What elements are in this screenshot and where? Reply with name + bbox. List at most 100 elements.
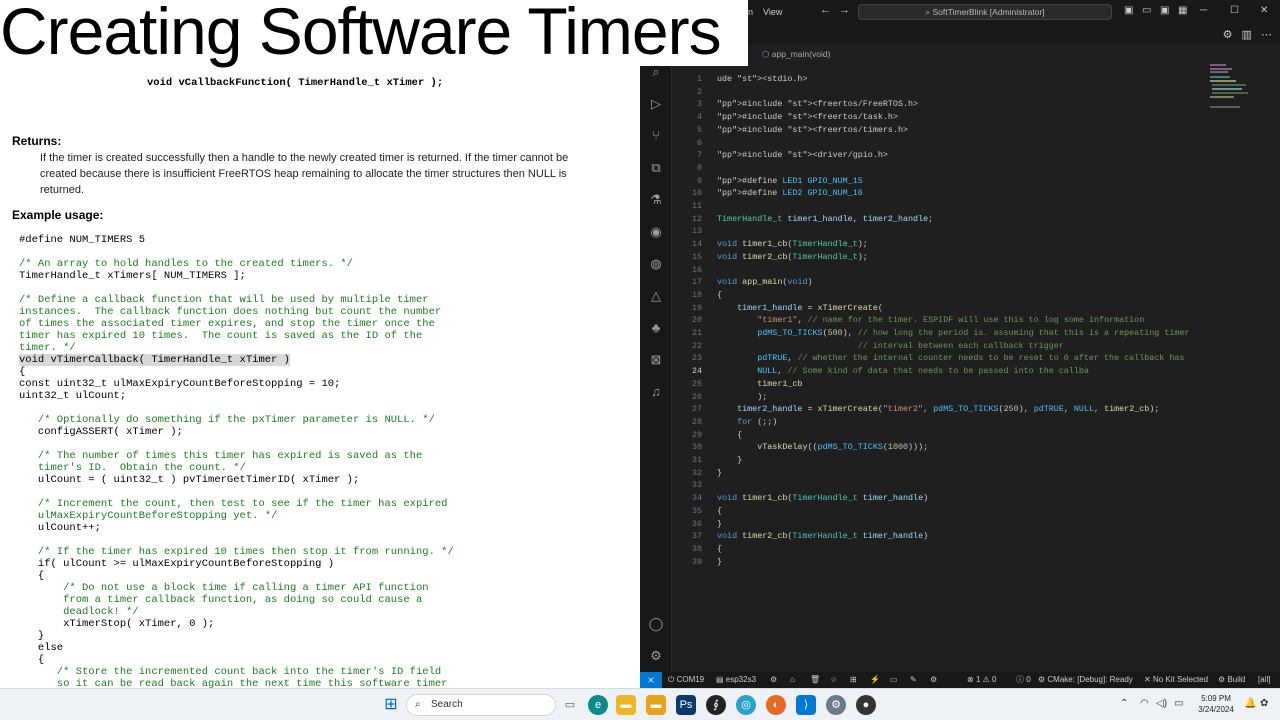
code-line: // interval between each callback trigge… <box>857 340 1064 351</box>
line-number: 16 <box>691 264 702 275</box>
tree-icon[interactable]: ♣ <box>648 320 664 336</box>
edge-icon[interactable]: e <box>588 695 608 715</box>
volume-icon[interactable]: ◁) <box>1156 698 1167 709</box>
vscode-icon[interactable]: ⟩ <box>796 695 816 715</box>
port-status[interactable]: ⏻ COM19 <box>668 672 704 688</box>
folder-icon[interactable]: ▬ <box>646 695 666 715</box>
line-number: 5 <box>696 124 702 135</box>
line-number: 34 <box>691 493 702 504</box>
line-number: 33 <box>691 480 702 491</box>
example-code-line: } <box>19 630 45 642</box>
minimap[interactable] <box>1206 62 1266 122</box>
kit-status[interactable]: ✕ No Kit Selected <box>1144 672 1208 688</box>
espidf-icon[interactable]: ◉ <box>648 224 664 240</box>
example-code-line: timer has expired 10 times. The count is… <box>19 330 423 342</box>
taskbar-search[interactable]: ⌕ Search <box>406 694 556 716</box>
line-number: 35 <box>691 505 702 516</box>
app-red-icon[interactable]: ● <box>856 695 876 715</box>
code-line: "pp">#define LED2 GPIO_NUM_16 <box>717 188 863 199</box>
copilot-icon[interactable]: ✿ <box>1260 698 1268 709</box>
wifi-icon[interactable]: ◠ <box>1140 698 1149 709</box>
chevron-up-icon[interactable]: ⌃ <box>1120 698 1128 709</box>
settings-gear-icon[interactable]: ⚙ <box>648 648 664 664</box>
monitor-status-icon[interactable]: ⊞ <box>850 672 857 688</box>
file-explorer-icon[interactable]: ▬ <box>616 695 636 715</box>
run-debug-icon[interactable]: ▷ <box>648 96 664 112</box>
command-center-label: SoftTimerBlink [Administrator] <box>932 7 1045 17</box>
testing-icon[interactable]: ⚗ <box>648 192 664 208</box>
code-line: pdTRUE, // whether the internal counter … <box>757 353 1185 364</box>
firefox-icon[interactable]: ◐ <box>766 695 786 715</box>
line-number: 28 <box>691 416 702 427</box>
windows-start-icon[interactable]: ⊞ <box>381 695 401 715</box>
wrench-status-icon[interactable]: ✎ <box>910 672 917 688</box>
code-line: "pp">#include "st"><freertos/task.h> <box>717 112 898 123</box>
plug-icon: ⏻ <box>668 675 677 684</box>
layout-sidebar-icon[interactable]: ▣ <box>1124 5 1133 16</box>
line-number: 23 <box>691 353 702 364</box>
target-status[interactable]: ▤ esp32s3 <box>716 672 756 688</box>
breadcrumb[interactable]: ⬡ app_main(void) <box>672 46 1280 62</box>
more-actions-icon[interactable]: ⋯ <box>1261 29 1272 41</box>
command-center-search[interactable]: ⌕ SoftTimerBlink [Administrator] <box>858 4 1112 20</box>
line-number: 3 <box>696 99 702 110</box>
settings-status-icon[interactable]: ⚙ <box>770 672 777 688</box>
code-editor[interactable]: ude "st"><stdio.h> "pp">#include "st"><fr… <box>717 62 1197 662</box>
customize-layout-icon[interactable]: ▦ <box>1178 5 1187 16</box>
notification-icon[interactable]: ♫ <box>648 384 664 400</box>
forward-arrow-icon[interactable]: → <box>839 4 850 16</box>
maximize-icon[interactable]: ☐ <box>1230 5 1239 16</box>
line-number: 37 <box>691 531 702 542</box>
menu-item-view[interactable]: View <box>763 7 782 17</box>
build-status-icon[interactable]: ⌂ <box>790 672 795 688</box>
notification-bell-icon[interactable]: 🔔 <box>1244 698 1256 709</box>
terminal-status-icon[interactable]: ▭ <box>890 672 898 688</box>
line-number: 25 <box>691 378 702 389</box>
delete-status-icon[interactable]: 🗑 <box>810 672 820 688</box>
photoshop-icon[interactable]: Ps <box>676 695 696 715</box>
callback-signature: void vCallbackFunction( TimerHandle_t xT… <box>147 77 444 89</box>
problems-status[interactable]: ⊗ 1 ⚠ 0 <box>967 672 996 688</box>
remote-icon[interactable]: ◍ <box>648 256 664 272</box>
clock[interactable]: 5:09 PM 3/24/2024 <box>1191 693 1241 715</box>
target-all[interactable]: [all] <box>1258 672 1270 688</box>
close-icon[interactable]: ✕ <box>1260 5 1268 16</box>
task-view-icon[interactable]: ▭ <box>560 695 580 715</box>
menu-item-partial[interactable]: n <box>748 7 753 17</box>
example-code-line: /* Do not use a block time if calling a … <box>19 582 429 594</box>
debug-icon[interactable]: ⚙ <box>1223 29 1233 41</box>
gear-status-icon[interactable]: ⚙ <box>930 672 937 688</box>
line-number: 26 <box>691 391 702 402</box>
flash-status-icon[interactable]: ☆ <box>830 672 837 688</box>
vertical-scrollbar[interactable] <box>1272 62 1280 662</box>
extensions-icon[interactable]: ⧉ <box>648 160 664 176</box>
search-icon: ⌕ <box>925 7 933 17</box>
app-cursive-icon[interactable]: ∮ <box>706 695 726 715</box>
flame-status-icon[interactable]: ⚡ <box>870 672 880 688</box>
example-code-line: uint32_t ulCount; <box>19 390 127 402</box>
platform-icon[interactable]: △ <box>648 288 664 304</box>
back-arrow-icon[interactable]: ← <box>820 4 831 16</box>
layout-secondary-icon[interactable]: ▣ <box>1160 5 1169 16</box>
info-status[interactable]: ⓘ 0 <box>1016 672 1031 688</box>
build-status[interactable]: ⚙ Build <box>1218 672 1245 688</box>
settings-icon[interactable]: ⚙ <box>826 695 846 715</box>
cmake-status[interactable]: ⚙ CMake: [Debug]: Ready <box>1038 672 1133 688</box>
split-editor-icon[interactable]: ▥ <box>1242 29 1252 41</box>
app-badge-icon[interactable]: ◎ <box>736 695 756 715</box>
battery-icon[interactable]: ▭ <box>1174 698 1183 709</box>
line-number: 29 <box>691 429 702 440</box>
breadcrumb-function: app_main(void) <box>771 49 831 59</box>
status-bar: ⨯ ⏻ COM19 ▤ esp32s3 ⚙ ⌂ 🗑 ☆ ⊞ ⚡ ▭ ✎ ⚙ ⊗ … <box>640 672 1280 688</box>
windows-taskbar: ⊞ ⌕ Search ▭ e ▬ ▬ Ps ∮ ◎ ◐ ⟩ ⚙ ● ⌃ ◠ ◁)… <box>0 688 1280 720</box>
source-control-icon[interactable]: ⑂ <box>648 128 664 144</box>
account-icon[interactable]: ◯ <box>648 616 664 632</box>
line-number: 18 <box>691 289 702 300</box>
example-code-line: from a timer callback function, as doing… <box>19 594 423 606</box>
remote-icon[interactable]: ⨯ <box>640 672 662 688</box>
minimize-icon[interactable]: ─ <box>1200 5 1207 16</box>
cmake-icon[interactable]: ⊠ <box>648 352 664 368</box>
layout-panel-icon[interactable]: ▭ <box>1142 5 1151 16</box>
example-code-line: #define NUM_TIMERS 5 <box>19 234 146 246</box>
line-number: 27 <box>691 404 702 415</box>
